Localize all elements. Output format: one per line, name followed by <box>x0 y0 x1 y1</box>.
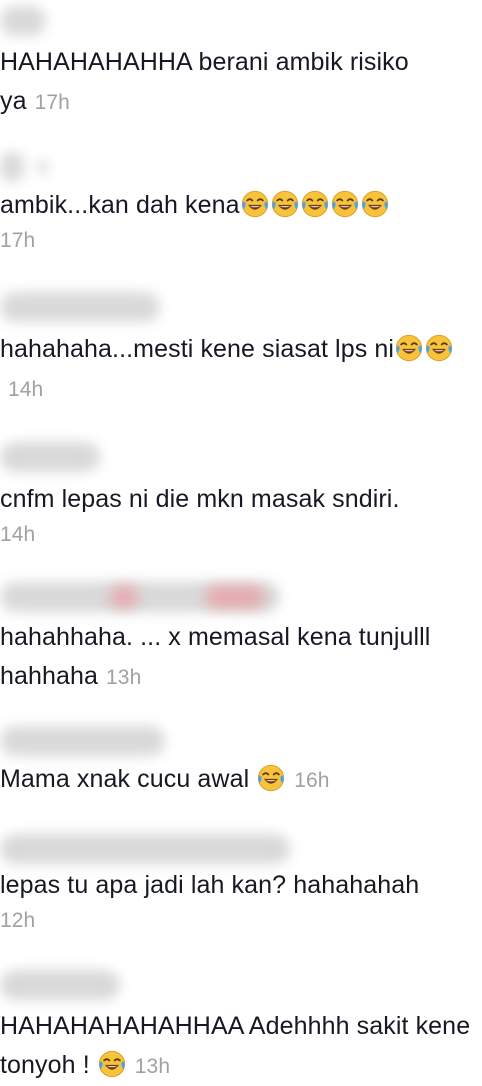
comment-time[interactable]: 17h <box>0 225 480 257</box>
comment-text: lepas tu apa jadi lah kan? hahahahah <box>0 871 420 899</box>
comment-text: hahahaha...mesti kene siasat lps ni <box>0 335 395 363</box>
tears-of-joy-icon <box>425 334 453 362</box>
comment-text: Mama xnak cucu awal <box>0 765 250 793</box>
comment-time[interactable]: 12h <box>0 905 480 937</box>
tears-of-joy-icon <box>257 764 285 792</box>
tears-of-joy-icon <box>241 190 269 218</box>
tears-of-joy-icon <box>271 190 299 218</box>
blurred-username <box>38 160 48 174</box>
tears-of-joy-icon <box>331 190 359 218</box>
comment-text: HAHAHAHAHAHHAA Adehhhh sakit kene tonyoh… <box>0 1012 471 1079</box>
tears-of-joy-icon <box>98 1050 126 1078</box>
tears-of-joy-icon <box>395 334 423 362</box>
comment-time[interactable]: 17h <box>35 91 70 114</box>
blurred-username <box>0 834 290 864</box>
tears-of-joy-icon <box>301 190 329 218</box>
blurred-username <box>0 292 160 322</box>
blurred-avatar-badge <box>110 586 138 608</box>
blurred-username <box>0 442 100 472</box>
comment-time[interactable]: 13h <box>135 1055 170 1078</box>
comment-time[interactable]: 13h <box>106 666 141 689</box>
blurred-username <box>0 726 165 756</box>
blurred-username <box>0 152 24 182</box>
blurred-username <box>0 970 120 1000</box>
comment-time[interactable]: 14h <box>8 378 43 401</box>
comment-text: cnfm lepas ni die mkn masak sndiri. <box>0 485 400 513</box>
comment-time[interactable]: 14h <box>0 519 480 551</box>
comment-text: ambik...kan dah kena <box>0 191 240 219</box>
tears-of-joy-icon <box>361 190 389 218</box>
comment-text: hahahhaha. ... x memasal kena tunjulll h… <box>0 623 431 690</box>
blurred-username <box>0 6 46 36</box>
comment-time[interactable]: 16h <box>294 769 329 792</box>
blurred-avatar-badge <box>205 586 265 608</box>
